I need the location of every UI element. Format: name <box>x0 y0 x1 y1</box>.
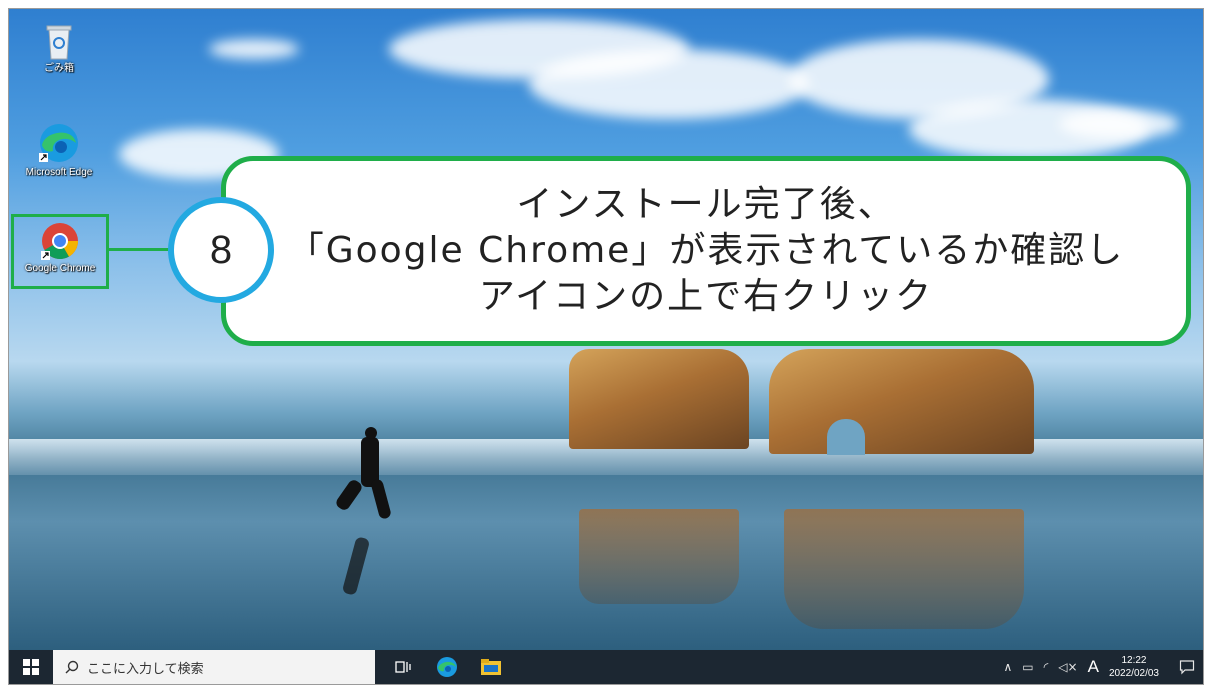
edge-icon <box>39 124 78 162</box>
recycle-bin-label: ごみ箱 <box>44 63 74 74</box>
chrome-label: Google Chrome <box>24 263 96 274</box>
search-placeholder: ここに入力して検索 <box>87 661 204 677</box>
taskbar: ここに入力して検索 ∧ ▭ ◜ ◁× A 12:22 2022/02/03 <box>9 650 1203 684</box>
edge-label: Microsoft Edge <box>25 167 93 178</box>
show-hidden-icons-chevron-icon[interactable]: ∧ <box>1004 660 1013 674</box>
clock-date: 2022/02/03 <box>1108 668 1159 679</box>
desktop-icon-recycle-bin[interactable]: ごみ箱 <box>11 21 107 75</box>
rock-right <box>769 349 1034 454</box>
taskbar-clock[interactable]: 12:22 2022/02/03 <box>1109 654 1159 680</box>
rock-left <box>569 349 749 449</box>
instruction-line-3: アイコンの上で右クリック <box>478 276 934 317</box>
step-number-badge: 8 <box>168 197 274 303</box>
chrome-icon <box>41 223 79 260</box>
windows-logo-icon <box>23 659 39 675</box>
taskbar-search-box[interactable]: ここに入力して検索 <box>53 650 375 684</box>
screen-frame: ごみ箱 Microsoft Edge Google Chrome インストール完… <box>8 8 1204 685</box>
taskbar-file-explorer-button[interactable] <box>469 650 513 684</box>
desktop-background: ごみ箱 Microsoft Edge Google Chrome インストール完… <box>9 9 1203 650</box>
ime-indicator[interactable]: A <box>1088 657 1099 677</box>
instruction-line-1: インストール完了後、 <box>516 184 896 225</box>
volume-muted-icon[interactable]: ◁× <box>1058 660 1077 674</box>
desktop-icon-edge[interactable]: Microsoft Edge <box>11 121 107 179</box>
edge-icon <box>437 657 457 677</box>
wifi-icon[interactable]: ◜ <box>1044 660 1049 674</box>
start-button[interactable] <box>9 650 53 684</box>
desktop-icon-chrome[interactable]: Google Chrome <box>12 221 108 275</box>
folder-icon <box>481 659 501 675</box>
search-icon <box>65 660 79 674</box>
instruction-line-2: 「Google Chrome」が表示されているか確認し <box>287 230 1125 271</box>
instruction-callout: インストール完了後、 「Google Chrome」が表示されているか確認し ア… <box>221 156 1191 346</box>
task-view-button[interactable] <box>381 650 425 684</box>
task-view-icon <box>395 661 411 673</box>
notification-center-icon[interactable] <box>1179 659 1195 675</box>
battery-icon[interactable]: ▭ <box>1022 660 1033 674</box>
taskbar-edge-button[interactable] <box>425 650 469 684</box>
system-tray: ∧ ▭ ◜ ◁× A 12:22 2022/02/03 <box>1004 650 1204 684</box>
clock-time: 12:22 <box>1121 655 1147 666</box>
callout-connector <box>109 248 171 251</box>
recycle-bin-icon <box>46 25 72 60</box>
